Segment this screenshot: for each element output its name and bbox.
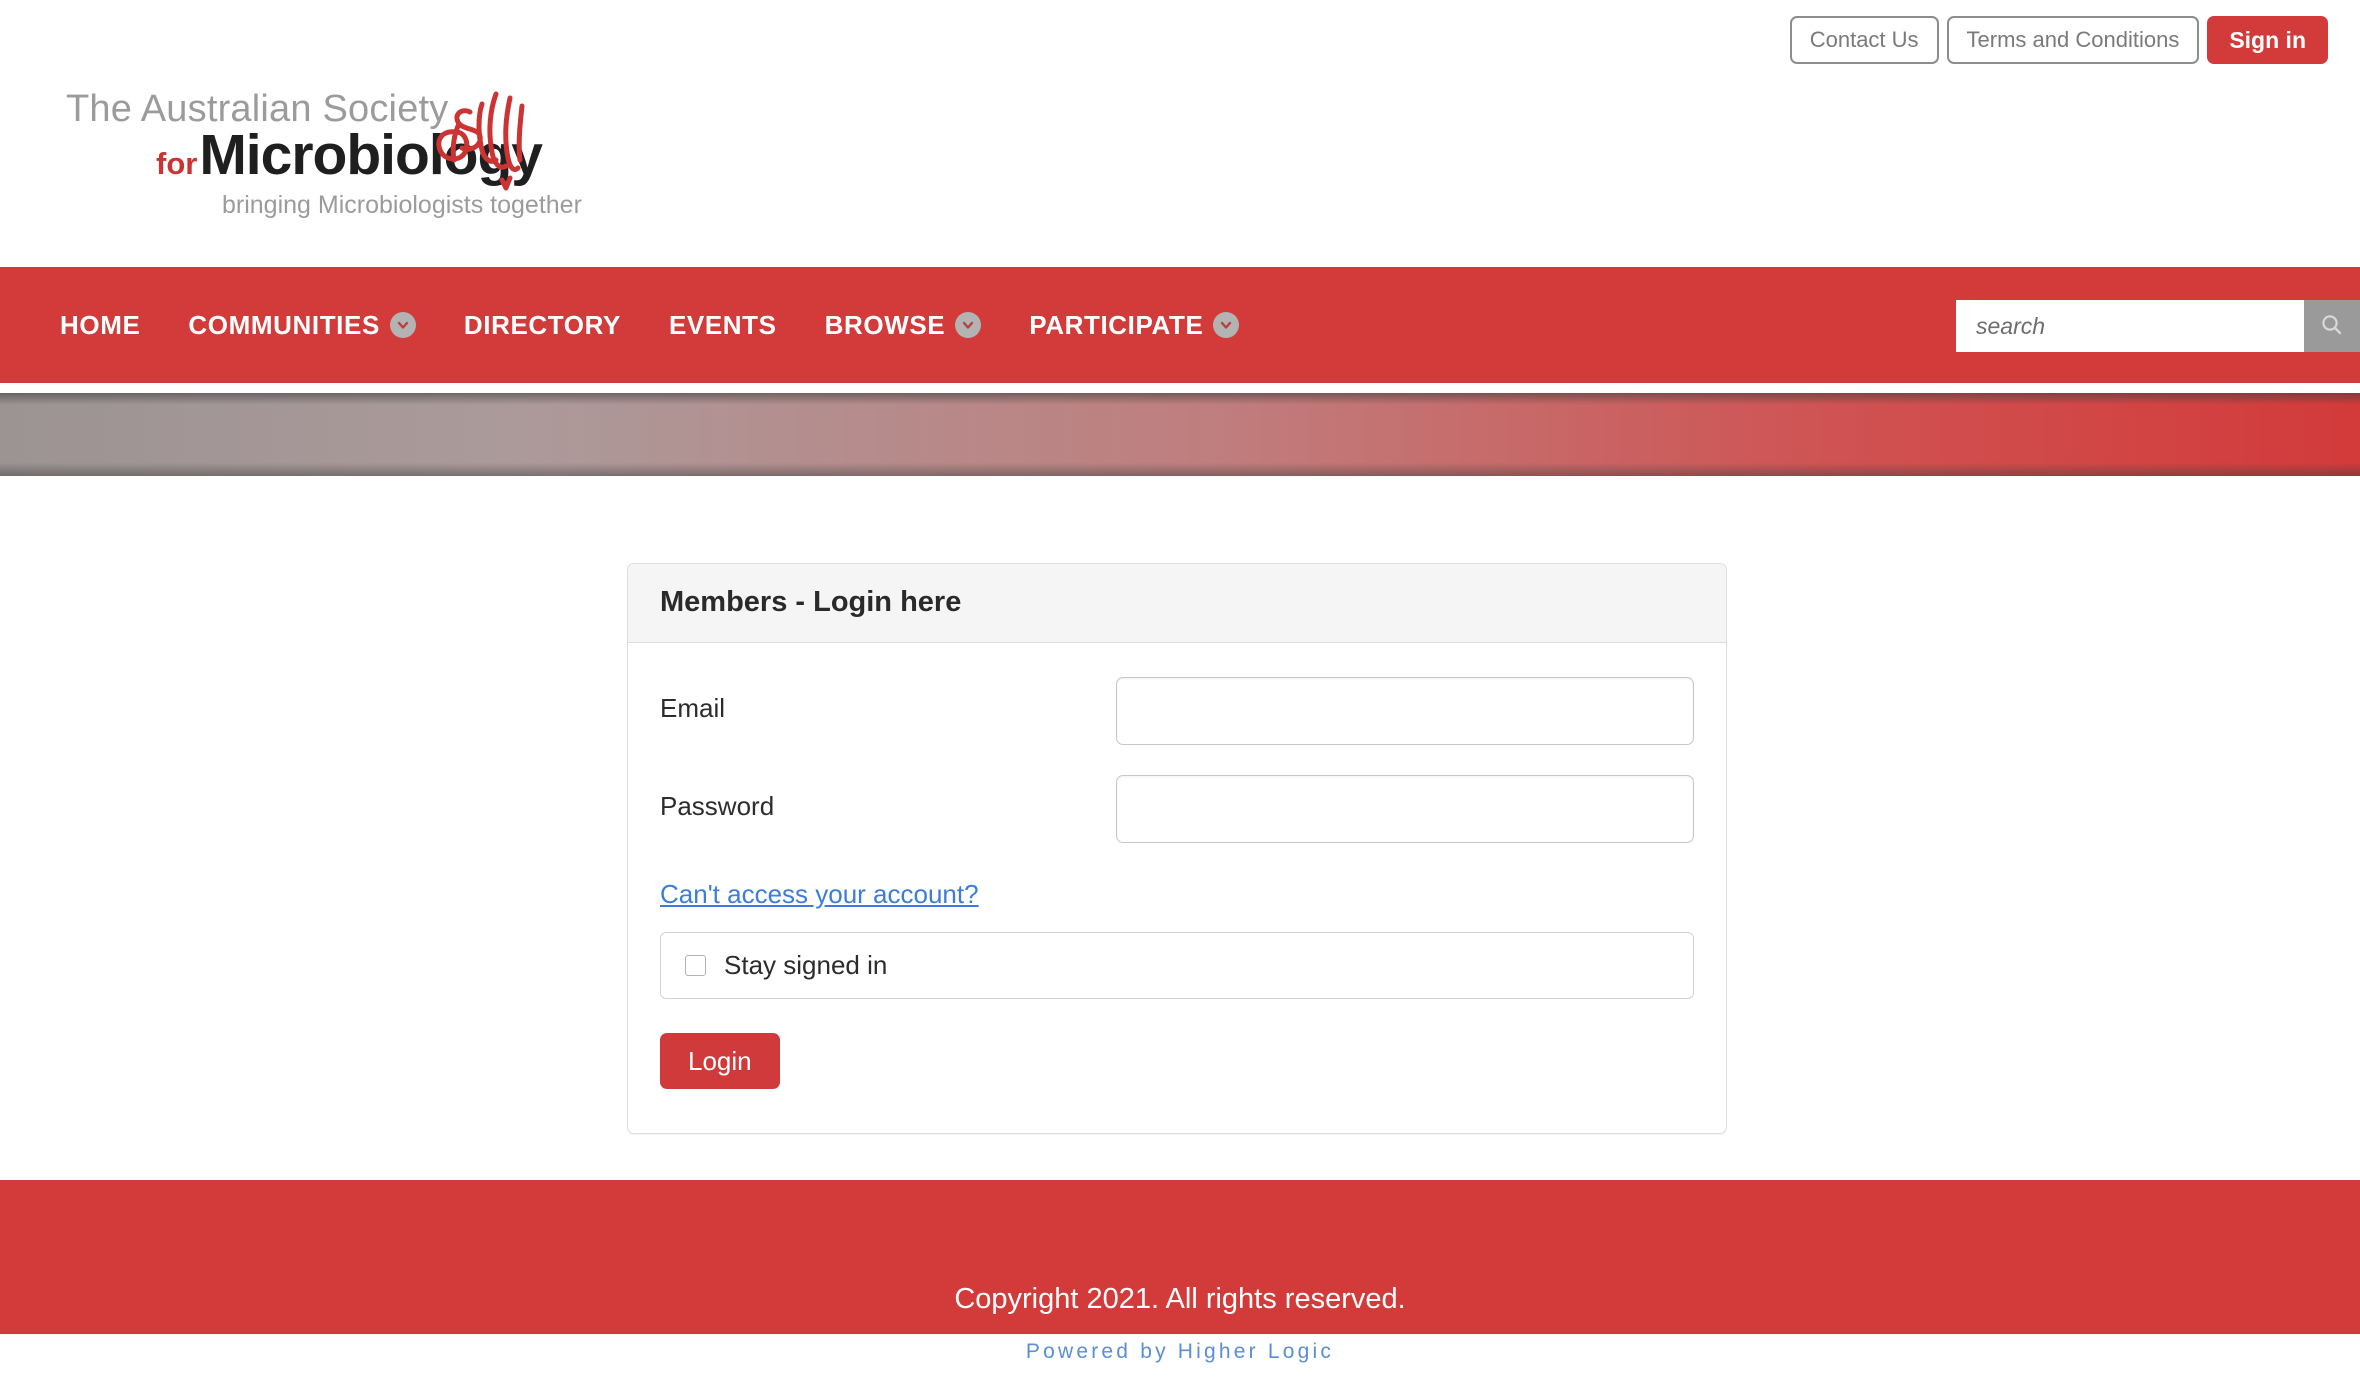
password-field[interactable] (1116, 774, 1694, 843)
stay-signed-in-container[interactable]: Stay signed in (660, 931, 1694, 999)
search-submit-button[interactable] (2304, 300, 2360, 352)
chevron-down-icon[interactable] (1213, 312, 1240, 338)
search-input[interactable] (1956, 300, 2304, 352)
nav-item-label: EVENTS (668, 309, 777, 340)
terms-and-conditions-button[interactable]: Terms and Conditions (1946, 16, 2200, 64)
email-form-row: Email (660, 676, 1694, 745)
password-label: Password (660, 790, 775, 821)
stay-signed-in-checkbox[interactable] (685, 954, 706, 976)
search-icon (2319, 312, 2345, 341)
powered-by-link[interactable]: Powered by Higher Logic (0, 1340, 2360, 1364)
login-card-header: Members - Login here (628, 564, 1726, 643)
email-field[interactable] (1116, 676, 1694, 745)
nav-item-events[interactable]: EVENTS (645, 300, 801, 351)
site-search (1956, 300, 2360, 352)
login-card-body: Email Password Can't access your account… (628, 643, 1726, 1134)
logo-for-text: for (156, 146, 198, 181)
site-logo[interactable]: The Australian Society for Microbiology … (60, 88, 720, 228)
copyright-text: Copyright 2021. All rights reserved. (954, 1283, 1406, 1315)
nav-item-label: COMMUNITIES (188, 309, 380, 340)
nav-item-communities[interactable]: COMMUNITIES (164, 300, 439, 351)
chevron-down-icon[interactable] (389, 312, 416, 338)
login-submit-button[interactable]: Login (660, 1032, 780, 1090)
nav-items-group: HOME COMMUNITIES DIRECTORY EVENTS BROWSE… (0, 300, 1263, 351)
contact-us-button[interactable]: Contact Us (1789, 16, 1939, 64)
hero-banner-strip (0, 393, 2360, 476)
nav-item-browse[interactable]: BROWSE (801, 300, 1006, 351)
login-card: Members - Login here Email Password Can'… (627, 563, 1727, 1135)
chevron-down-icon[interactable] (955, 312, 982, 338)
password-form-row: Password (660, 774, 1694, 843)
cant-access-account-link[interactable]: Can't access your account? (660, 879, 979, 910)
nav-item-home[interactable]: HOME (36, 300, 164, 351)
top-utility-bar: Contact Us Terms and Conditions Sign in (0, 0, 2360, 80)
sign-in-button[interactable]: Sign in (2207, 16, 2328, 64)
nav-item-participate[interactable]: PARTICIPATE (1005, 300, 1263, 351)
nav-item-label: HOME (60, 309, 141, 340)
email-label: Email (660, 692, 726, 723)
login-card-title: Members - Login here (660, 586, 962, 618)
nav-item-label: BROWSE (824, 309, 946, 340)
footer-band: Copyright 2021. All rights reserved. (0, 1180, 2360, 1334)
nav-item-directory[interactable]: DIRECTORY (440, 300, 645, 351)
main-navigation-bar: HOME COMMUNITIES DIRECTORY EVENTS BROWSE… (0, 267, 2360, 383)
nav-item-label: PARTICIPATE (1029, 309, 1204, 340)
top-actions-group: Contact Us Terms and Conditions Sign in (1789, 16, 2328, 64)
nav-item-label: DIRECTORY (463, 309, 621, 340)
asm-australia-logo-icon (426, 72, 536, 197)
stay-signed-in-label: Stay signed in (724, 949, 888, 980)
